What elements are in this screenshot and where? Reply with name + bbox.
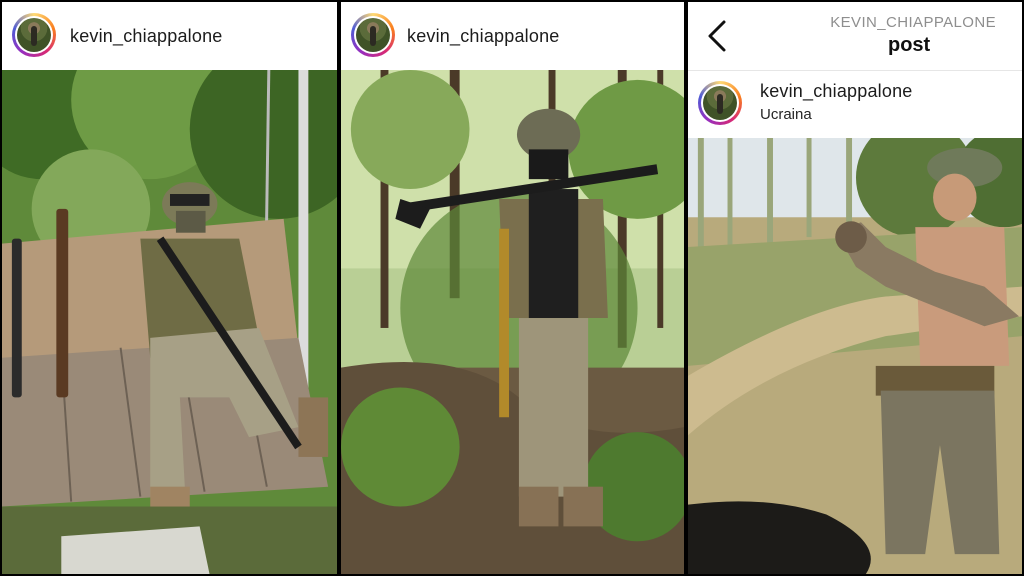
post-header: kevin_chiappalone xyxy=(2,2,337,70)
post-photo[interactable] xyxy=(341,70,684,574)
profile-avatar[interactable] xyxy=(351,13,395,57)
post-panel-3: KEVIN_CHIAPPALONE post kevin_chiappalone… xyxy=(686,0,1024,576)
post-panel-1: kevin_chiappalone xyxy=(0,0,339,576)
location-link[interactable]: Ucraina xyxy=(760,106,812,123)
profile-avatar[interactable] xyxy=(698,81,742,125)
username-link[interactable]: kevin_chiappalone xyxy=(70,26,223,47)
post-header: kevin_chiappalone xyxy=(341,2,684,70)
username-link[interactable]: kevin_chiappalone xyxy=(407,26,560,47)
profile-avatar[interactable] xyxy=(12,13,56,57)
post-photo[interactable] xyxy=(2,70,337,574)
post-panel-2: kevin_chiappalone xyxy=(339,0,686,576)
post-top-bar: KEVIN_CHIAPPALONE post xyxy=(688,2,1022,70)
username-link[interactable]: kevin_chiappalone xyxy=(760,81,913,102)
post-owner-label: KEVIN_CHIAPPALONE xyxy=(830,14,996,31)
post-photo[interactable] xyxy=(688,138,1022,574)
page-title: post xyxy=(888,34,931,56)
post-header: kevin_chiappalone Ucraina xyxy=(688,70,1022,139)
chevron-left-icon[interactable] xyxy=(702,18,730,54)
